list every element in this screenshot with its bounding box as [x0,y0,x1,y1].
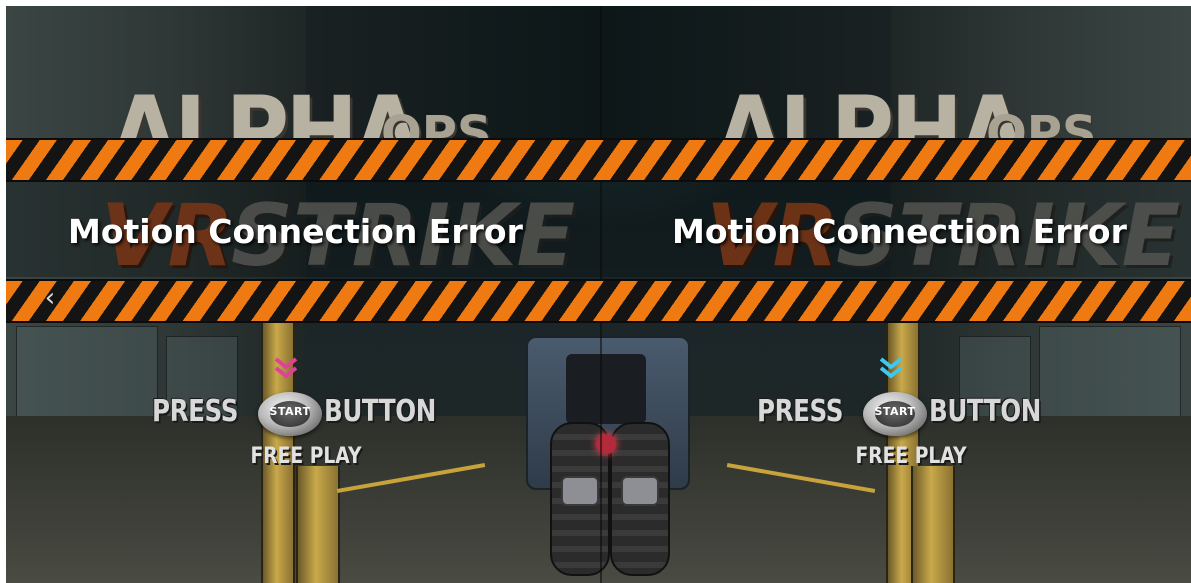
start-button[interactable]: START [258,392,322,436]
vehicle-light [596,434,616,454]
start-button-label: START [269,405,311,418]
player2-indicator-icon [879,357,903,379]
free-play-label: FREE PLAY [250,444,362,469]
press-start-row: PRESS START BUTTON [751,392,1071,436]
wheel-hub [621,476,659,506]
button-label: BUTTON [929,394,1041,429]
game-screen: ALPHA OPS VR STRIKE ALPHA OPS VR STRIKE … [6,6,1191,583]
hazard-stripe-bottom [6,279,1191,323]
press-label: PRESS [757,394,844,429]
press-start-row: PRESS START BUTTON [146,392,466,436]
player2-prompt: PRESS START BUTTON FREE PLAY [751,356,1071,486]
free-play-label: FREE PLAY [855,444,967,469]
player1-indicator-icon [274,357,298,379]
start-button-label: START [874,405,916,418]
chevron-left-icon: ‹ [44,283,56,313]
error-message-left: Motion Connection Error [68,212,523,251]
error-message-right: Motion Connection Error [672,212,1127,251]
player1-prompt: PRESS START BUTTON FREE PLAY [146,356,466,486]
mech-vehicle [486,326,726,583]
press-label: PRESS [152,394,239,429]
button-label: BUTTON [324,394,436,429]
hazard-stripe-top [6,138,1191,182]
vehicle-cabin [566,354,646,424]
start-button[interactable]: START [863,392,927,436]
wheel-hub [561,476,599,506]
carousel-prev-button[interactable]: ‹ [36,278,64,318]
